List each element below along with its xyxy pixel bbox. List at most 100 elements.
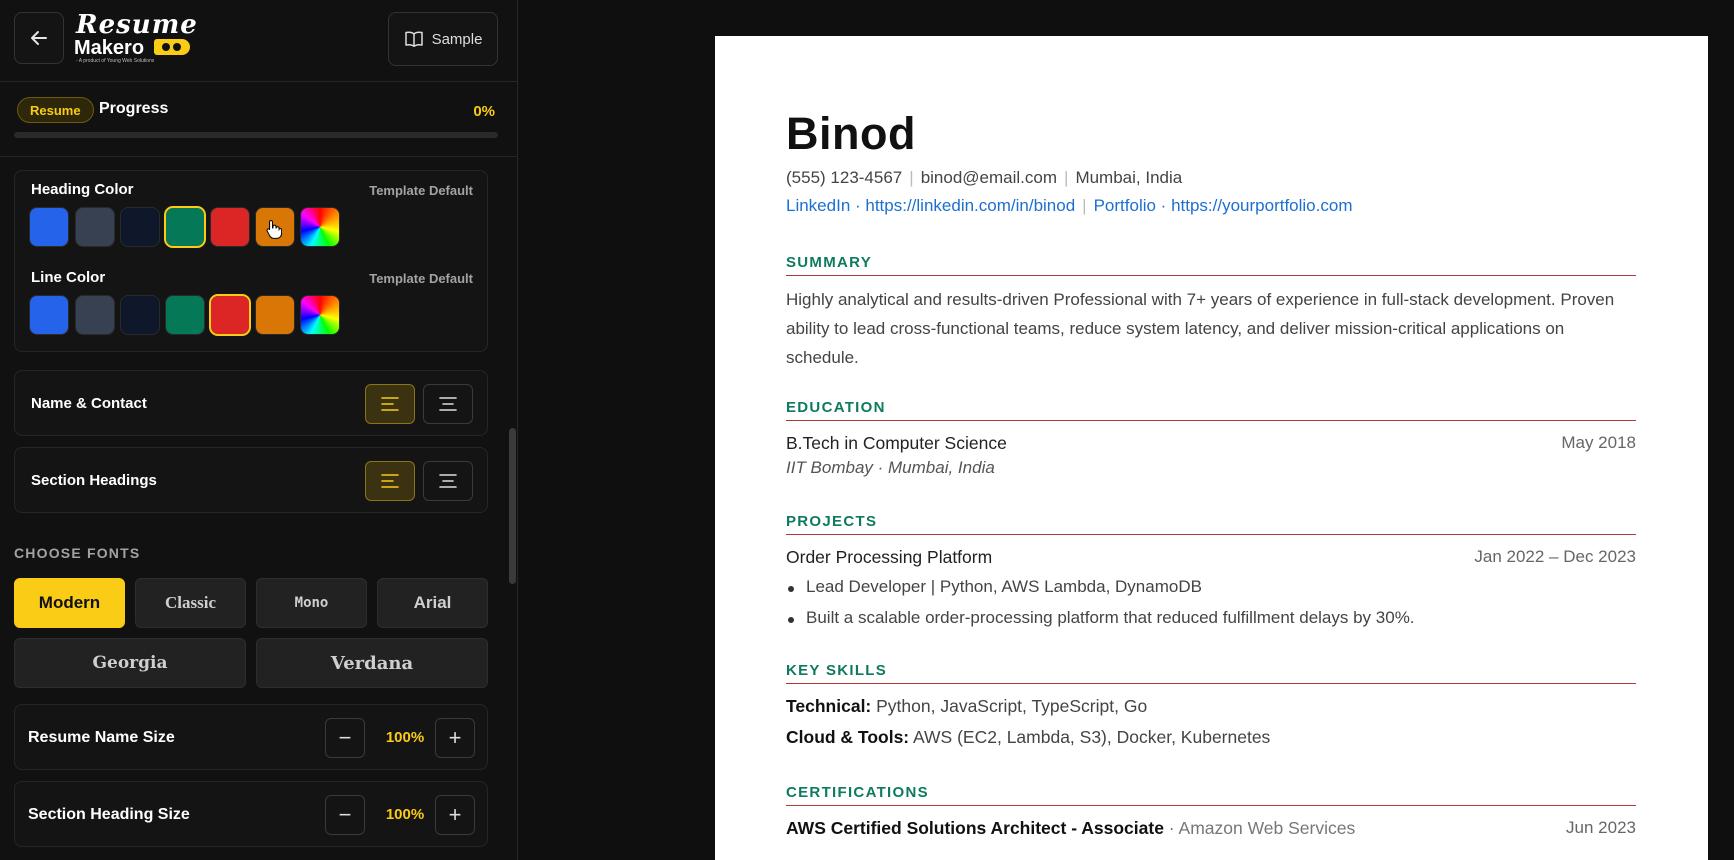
heading-color-custom-color-picker[interactable] (300, 207, 340, 247)
line-color-swatch[interactable] (165, 295, 205, 335)
separator: | (909, 168, 914, 187)
section-heading-size-card: Section Heading Size − 100% + (14, 781, 488, 847)
align-left-button[interactable] (365, 461, 415, 501)
project-bullet: Built a scalable order-processing platfo… (786, 608, 1636, 631)
progress-percent: 0% (473, 103, 495, 120)
font-option-mono[interactable]: Mono (256, 578, 367, 628)
line-color-swatch[interactable] (120, 295, 160, 335)
line-color-swatch[interactable] (75, 295, 115, 335)
decrease-button[interactable]: − (325, 718, 365, 758)
resume-projects-section: PROJECTS Order Processing Platform Jan 2… (786, 513, 1636, 631)
line-template-default[interactable]: Template Default (369, 271, 473, 286)
color-settings-card: Heading Color Template Default Line Colo… (14, 170, 488, 352)
align-center-icon (439, 474, 457, 488)
heading-color-swatch[interactable] (164, 206, 206, 248)
align-center-icon (439, 397, 457, 411)
education-degree: B.Tech in Computer Science (786, 433, 1007, 453)
font-option-arial[interactable]: Arial (377, 578, 488, 628)
education-row: B.Tech in Computer Science May 2018 (786, 433, 1636, 455)
sidebar-header: Resume Makero - A product of Young Web S… (0, 0, 517, 82)
skill-line: Technical: Python, JavaScript, TypeScrip… (786, 696, 1636, 717)
sample-button[interactable]: Sample (388, 12, 498, 66)
choose-fonts-title: CHOOSE FONTS (14, 545, 141, 561)
separator: | (1064, 168, 1069, 187)
certification-issuer: · Amazon Web Services (1163, 818, 1356, 838)
back-button[interactable] (14, 12, 64, 64)
logo-eyes-icon (154, 39, 190, 55)
font-option-verdana[interactable]: Verdana (256, 638, 488, 688)
project-date: Jan 2022 – Dec 2023 (1474, 547, 1636, 566)
section-heading-size-value: 100% (385, 806, 425, 823)
progress-label: Progress (99, 100, 169, 117)
logo-tagline: - A product of Young Web Solutions (76, 58, 155, 64)
app-logo[interactable]: Resume Makero - A product of Young Web S… (74, 10, 197, 66)
project-bullet: Lead Developer | Python, AWS Lambda, Dyn… (786, 577, 1636, 600)
project-title: Order Processing Platform (786, 547, 993, 567)
skills-heading: KEY SKILLS (786, 662, 1636, 684)
skill-values: Python, JavaScript, TypeScript, Go (871, 696, 1148, 716)
align-center-button[interactable] (423, 461, 473, 501)
align-left-button[interactable] (365, 384, 415, 424)
sidebar-scrollbar[interactable] (509, 428, 516, 584)
resume-portfolio-link[interactable]: Portfolio · https://yourportfolio.com (1094, 196, 1353, 215)
resume-certifications-section: CERTIFICATIONS AWS Certified Solutions A… (786, 784, 1636, 840)
heading-color-swatch[interactable] (29, 207, 69, 247)
resume-phone: (555) 123-4567 (786, 168, 903, 187)
education-school: IIT Bombay · Mumbai, India (786, 458, 995, 477)
plus-icon: + (448, 725, 462, 750)
increase-button[interactable]: + (435, 795, 475, 835)
font-option-georgia[interactable]: Georgia (14, 638, 246, 688)
decrease-button[interactable]: − (325, 795, 365, 835)
section-heading-size-label: Section Heading Size (28, 806, 190, 823)
summary-text: Highly analytical and results-driven Pro… (786, 290, 1615, 367)
line-color-swatch[interactable] (255, 295, 295, 335)
resume-preview-pane: Binod (555) 123-4567 | binod@email.com | Mum… (519, 0, 1734, 860)
resume-linkedin-link[interactable]: LinkedIn · https://linkedin.com/in/binod (786, 196, 1075, 215)
resume-email: binod@email.com (920, 168, 1058, 187)
resume-name-size-card: Resume Name Size − 100% + (14, 704, 488, 770)
cursor-hand-icon (266, 219, 282, 239)
skill-line: Cloud & Tools: AWS (EC2, Lambda, S3), Do… (786, 727, 1636, 748)
separator: | (1082, 196, 1087, 215)
align-left-icon (381, 397, 399, 411)
section-headings-label: Section Headings (31, 472, 157, 489)
resume-name-size-value: 100% (385, 729, 425, 746)
name-contact-alignment-card: Name & Contact (14, 370, 488, 436)
font-option-classic[interactable]: Classic (135, 578, 246, 628)
heading-color-swatch[interactable] (75, 207, 115, 247)
minus-icon: − (338, 725, 352, 750)
line-color-swatch[interactable] (209, 294, 251, 336)
skill-values: AWS (EC2, Lambda, S3), Docker, Kubernete… (909, 727, 1271, 747)
certification-title: AWS Certified Solutions Architect - Asso… (786, 818, 1164, 838)
certification-date: Jun 2023 (1566, 818, 1636, 837)
logo-text-makero: Makero (74, 37, 145, 59)
resume-summary-section: SUMMARY Highly analytical and results-dr… (786, 254, 1636, 372)
align-left-icon (381, 474, 399, 488)
resume-contact-line: (555) 123-4567 | binod@email.com | Mumbai, I… (786, 168, 1182, 188)
align-center-button[interactable] (423, 384, 473, 424)
arrow-left-icon (31, 31, 47, 45)
font-option-modern[interactable]: Modern (14, 578, 125, 628)
resume-education-section: EDUCATION B.Tech in Computer Science May… (786, 399, 1636, 478)
line-color-swatch[interactable] (29, 295, 69, 335)
heading-color-swatch[interactable] (210, 207, 250, 247)
resume-location: Mumbai, India (1075, 168, 1183, 187)
line-color-custom-color-picker[interactable] (300, 295, 340, 335)
heading-template-default[interactable]: Template Default (369, 183, 473, 198)
logo-text-resume: Resume (76, 10, 198, 40)
section-headings-alignment-card: Section Headings (14, 447, 488, 513)
heading-color-swatch[interactable] (120, 207, 160, 247)
resume-page: Binod (555) 123-4567 | binod@email.com | Mum… (715, 36, 1708, 860)
progress-section: Resume Progress 0% (0, 83, 517, 157)
skill-category: Cloud & Tools: (786, 727, 910, 747)
resume-badge: Resume (17, 97, 94, 123)
resume-name-size-label: Resume Name Size (28, 729, 175, 746)
certification-row: AWS Certified Solutions Architect - Asso… (786, 818, 1636, 840)
increase-button[interactable]: + (435, 718, 475, 758)
plus-icon: + (448, 802, 462, 827)
line-color-title: Line Color (31, 269, 106, 286)
progress-bar (14, 132, 498, 138)
editor-sidebar: Resume Makero - A product of Young Web S… (0, 0, 518, 860)
education-heading: EDUCATION (786, 399, 1636, 421)
sample-label: Sample (431, 30, 483, 48)
